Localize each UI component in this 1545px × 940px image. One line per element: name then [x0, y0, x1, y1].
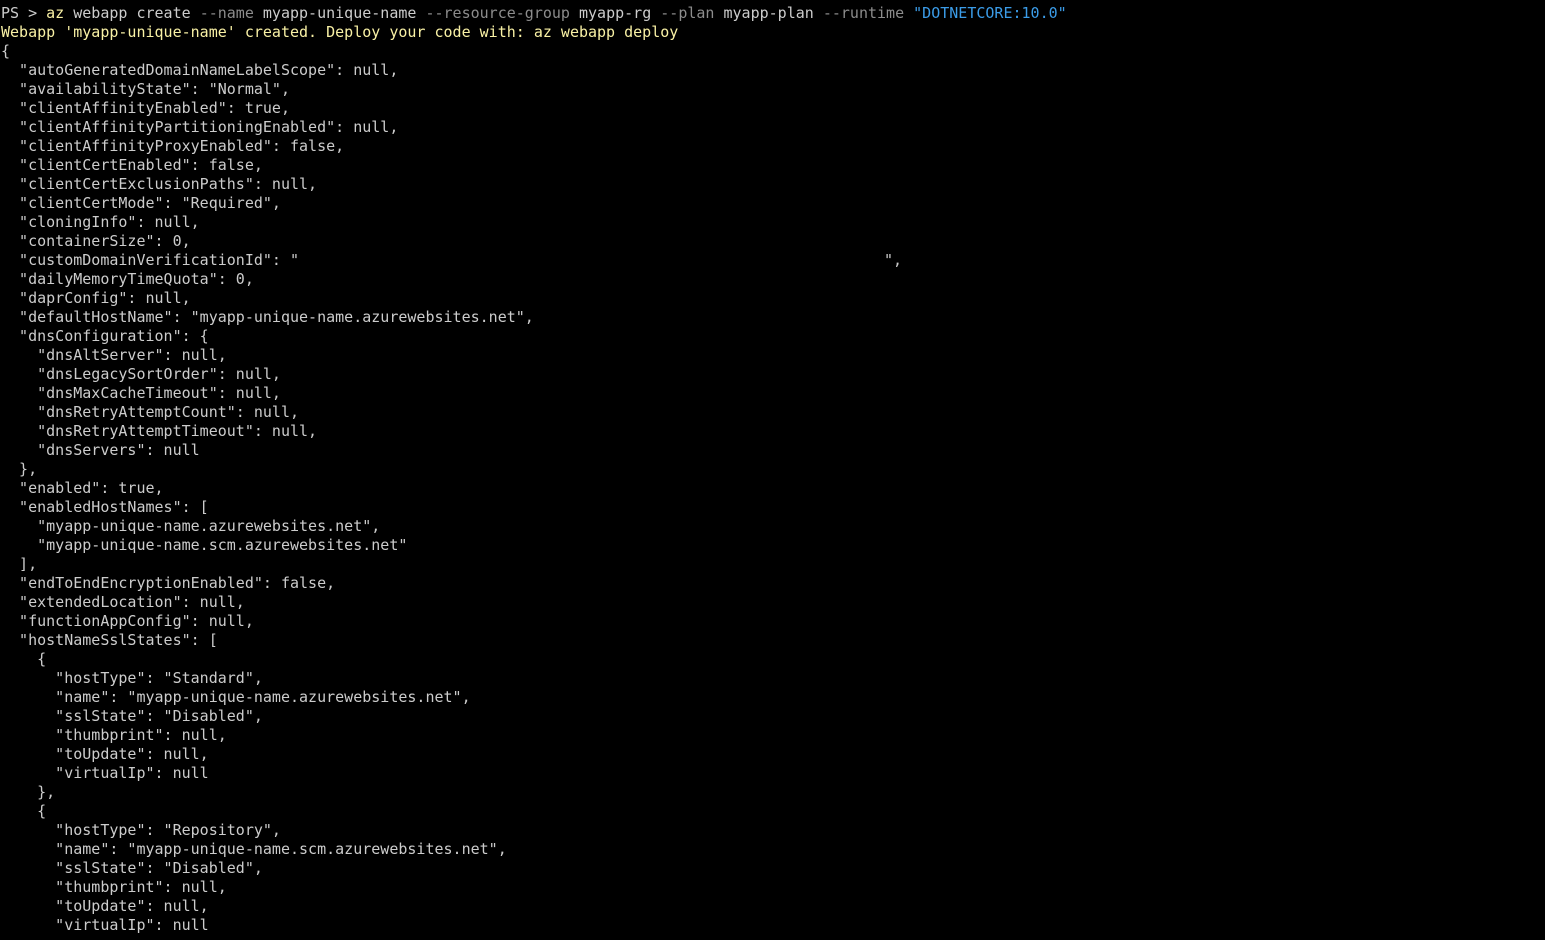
runtime-value: "DOTNETCORE:10.0"	[913, 4, 1067, 22]
json-line: "virtualIp": null	[1, 764, 209, 782]
json-line: "hostNameSslStates": [	[1, 631, 218, 649]
json-line: "sslState": "Disabled",	[1, 859, 263, 877]
redacted-line-suffix: ",	[884, 251, 903, 269]
json-line: "dnsRetryAttemptTimeout": null,	[1, 422, 318, 440]
flag-name: --name	[199, 4, 254, 22]
redacted-line-prefix: "customDomainVerificationId": "	[1, 251, 300, 269]
resource-group-value: myapp-rg	[579, 4, 652, 22]
json-line: "dnsAltServer": null,	[1, 346, 227, 364]
json-line: },	[1, 783, 56, 801]
command-program: az	[46, 4, 65, 22]
json-line: "autoGeneratedDomainNameLabelScope": nul…	[1, 61, 399, 79]
json-line: "availabilityState": "Normal",	[1, 80, 290, 98]
name-value: myapp-unique-name	[262, 4, 417, 22]
terminal-window[interactable]: PS > az webapp create --name myapp-uniqu…	[0, 0, 1545, 940]
json-line: "hostType": "Repository",	[1, 821, 281, 839]
flag-runtime: --runtime	[822, 4, 905, 22]
json-line: "clientAffinityEnabled": true,	[1, 99, 290, 117]
json-line: "toUpdate": null,	[1, 745, 209, 763]
json-line: "dnsServers": null	[1, 441, 200, 459]
json-line: },	[1, 460, 38, 478]
json-line: "endToEndEncryptionEnabled": false,	[1, 574, 336, 592]
command-line: PS > az webapp create --name myapp-uniqu…	[0, 4, 1545, 23]
json-line: "dnsConfiguration": {	[1, 327, 209, 345]
json-output-block-2: "dailyMemoryTimeQuota": 0, "daprConfig":…	[0, 270, 1545, 935]
json-line: "containerSize": 0,	[1, 232, 191, 250]
json-line: "clientAffinityPartitioningEnabled": nul…	[1, 118, 399, 136]
json-line-redacted: "customDomainVerificationId": " ",	[0, 251, 1545, 270]
json-line: "name": "myapp-unique-name.scm.azurewebs…	[1, 840, 507, 858]
json-line: "extendedLocation": null,	[1, 593, 245, 611]
json-line: {	[1, 802, 47, 820]
json-line: {	[1, 650, 47, 668]
json-line: "dailyMemoryTimeQuota": 0,	[1, 270, 254, 288]
json-line: "clientAffinityProxyEnabled": false,	[1, 137, 345, 155]
plan-value: myapp-plan	[723, 4, 814, 22]
json-line: "virtualIp": null	[1, 916, 209, 934]
json-line: "daprConfig": null,	[1, 289, 191, 307]
json-line: "hostType": "Standard",	[1, 669, 263, 687]
json-line: "name": "myapp-unique-name.azurewebsites…	[1, 688, 471, 706]
json-line: "thumbprint": null,	[1, 726, 227, 744]
json-line: "clientCertMode": "Required",	[1, 194, 281, 212]
json-output-block-1: { "autoGeneratedDomainNameLabelScope": n…	[0, 42, 1545, 251]
json-line: "dnsRetryAttemptCount": null,	[1, 403, 300, 421]
json-line: "enabled": true,	[1, 479, 164, 497]
json-line: {	[1, 42, 11, 60]
json-line: "myapp-unique-name.scm.azurewebsites.net…	[1, 536, 408, 554]
flag-plan: --plan	[660, 4, 715, 22]
json-line: "dnsMaxCacheTimeout": null,	[1, 384, 281, 402]
command-action: create	[136, 4, 191, 22]
flag-resource-group: --resource-group	[425, 4, 570, 22]
json-line: "enabledHostNames": [	[1, 498, 209, 516]
json-line: "toUpdate": null,	[1, 897, 209, 915]
prompt: PS >	[1, 4, 47, 22]
json-line: "functionAppConfig": null,	[1, 612, 254, 630]
created-message: Webapp 'myapp-unique-name' created. Depl…	[1, 23, 679, 41]
json-line: "sslState": "Disabled",	[1, 707, 263, 725]
json-line: "thumbprint": null,	[1, 878, 227, 896]
json-line: "defaultHostName": "myapp-unique-name.az…	[1, 308, 534, 326]
command-group: webapp	[73, 4, 128, 22]
json-line: "clientCertEnabled": false,	[1, 156, 263, 174]
json-line: "cloningInfo": null,	[1, 213, 200, 231]
json-line: ],	[1, 555, 38, 573]
json-line: "clientCertExclusionPaths": null,	[1, 175, 318, 193]
json-line: "myapp-unique-name.azurewebsites.net",	[1, 517, 381, 535]
redacted-value-bar	[299, 252, 885, 267]
json-line: "dnsLegacySortOrder": null,	[1, 365, 281, 383]
